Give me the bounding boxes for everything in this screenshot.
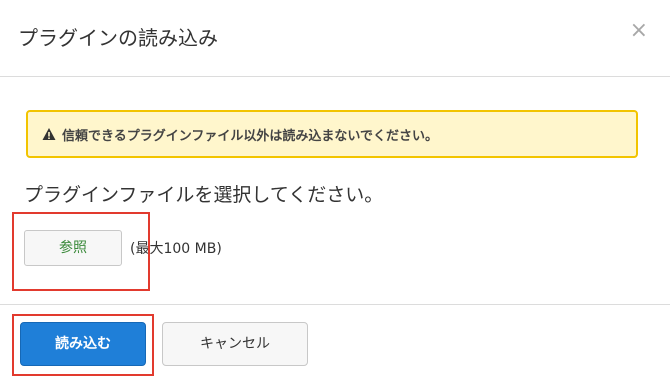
cancel-button[interactable]: キャンセル [162, 322, 308, 366]
warning-text: 信頼できるプラグインファイル以外は読み込まないでください。 [62, 128, 438, 144]
size-limit-note: (最大100 MB) [130, 241, 222, 257]
warning-alert: 信頼できるプラグインファイル以外は読み込まないでください。 [26, 110, 638, 158]
warning-triangle-icon [42, 127, 56, 141]
load-button[interactable]: 読み込む [20, 322, 146, 366]
dialog-title: プラグインの読み込み [18, 26, 218, 50]
dialog-header: プラグインの読み込み × [0, 0, 670, 77]
close-icon[interactable]: × [630, 20, 648, 42]
footer-divider [0, 304, 670, 305]
browse-button[interactable]: 参照 [24, 230, 122, 266]
select-file-prompt: プラグインファイルを選択してください。 [24, 184, 384, 206]
